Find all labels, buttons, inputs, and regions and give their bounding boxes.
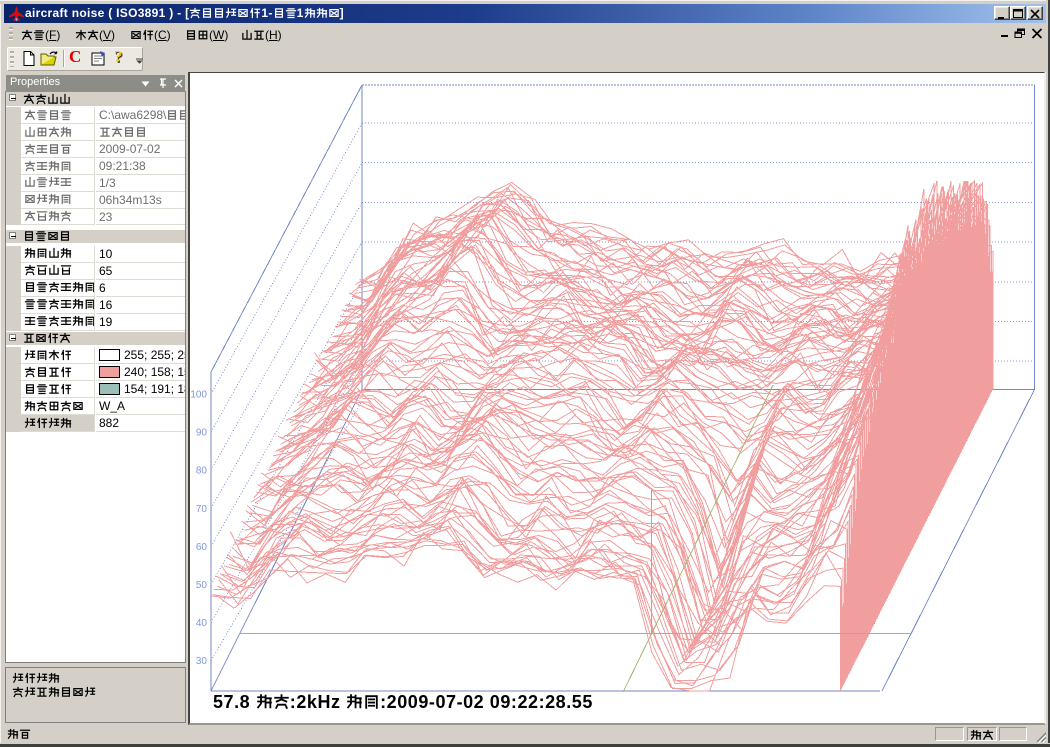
svg-text:80: 80: [196, 466, 208, 477]
svg-text:50: 50: [196, 580, 208, 591]
svg-text:30: 30: [196, 656, 208, 667]
svg-text:40: 40: [196, 618, 208, 629]
svg-text:90: 90: [196, 428, 208, 439]
svg-text:100: 100: [190, 390, 207, 401]
svg-text:60: 60: [196, 542, 208, 553]
svg-text:70: 70: [196, 504, 208, 515]
